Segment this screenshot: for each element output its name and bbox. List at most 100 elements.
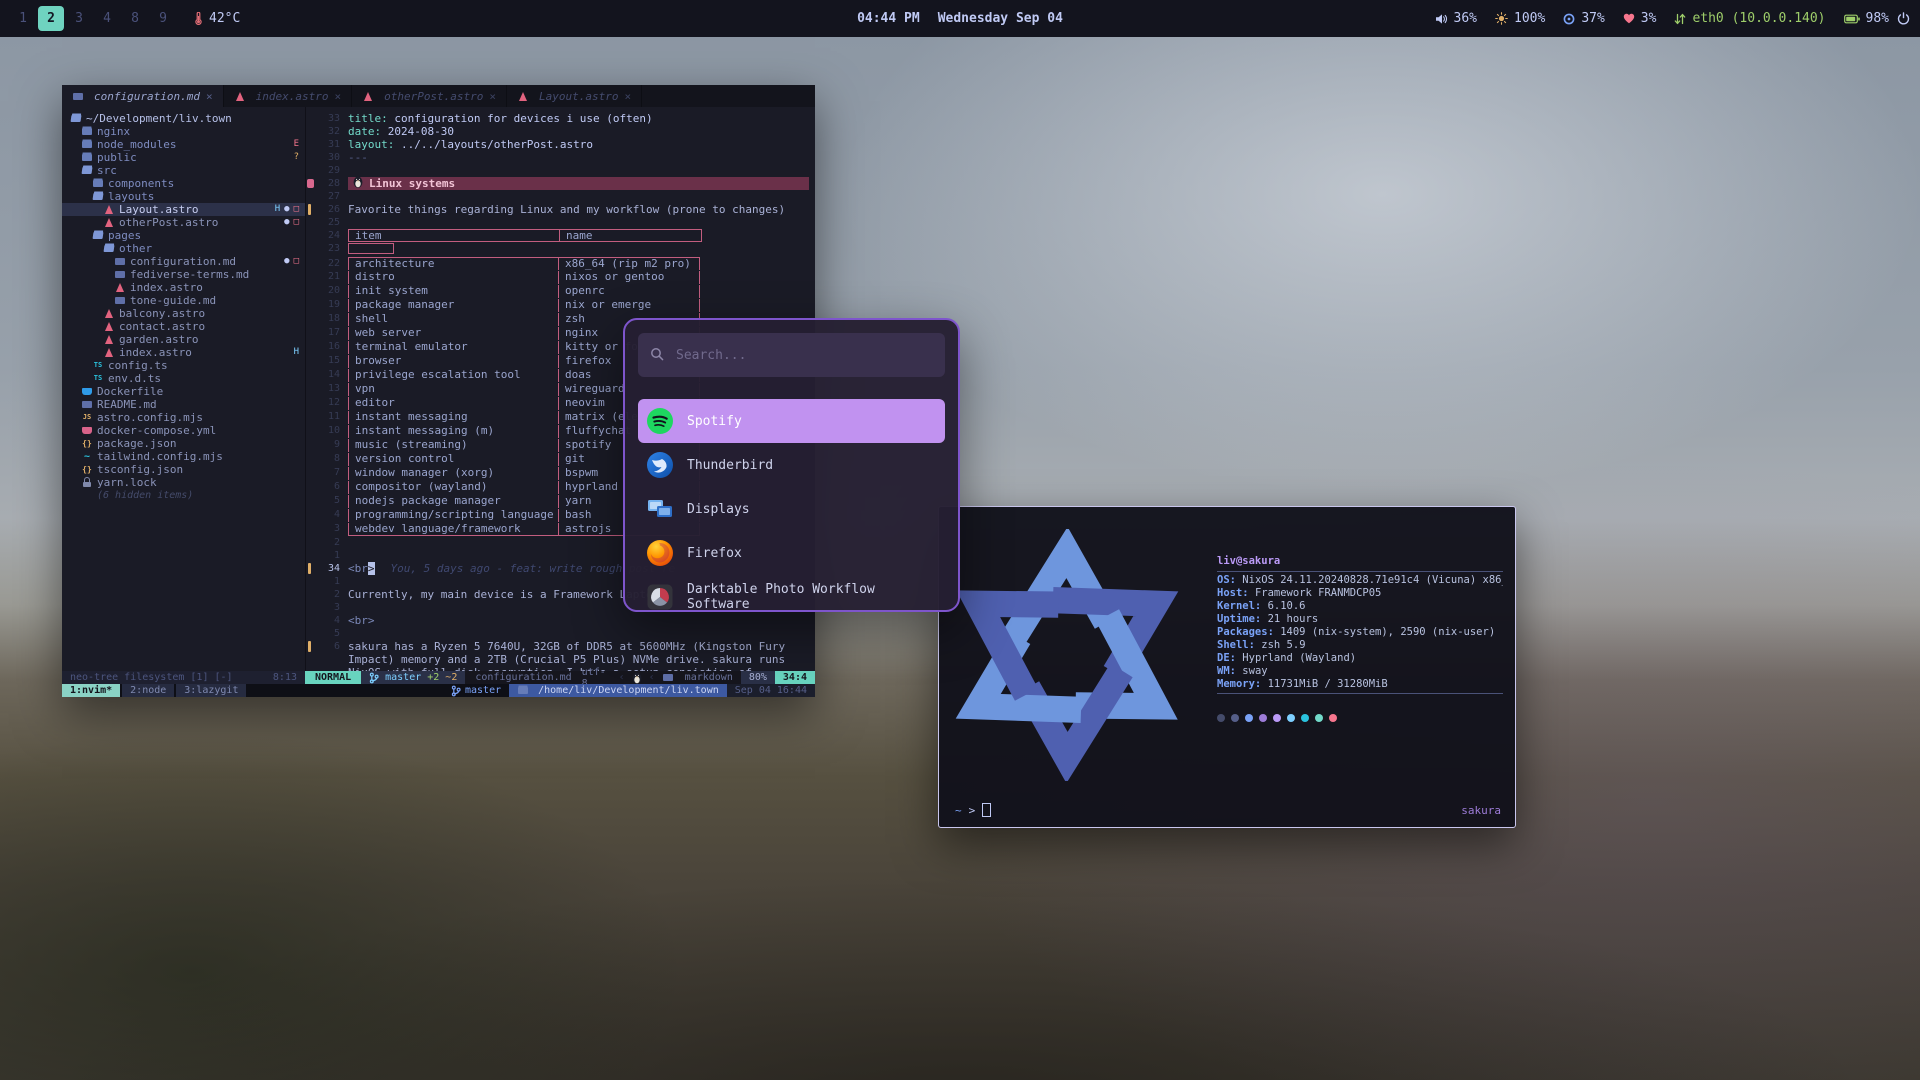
editor-tab[interactable]: index.astro× <box>224 85 352 107</box>
palette-dot <box>1245 714 1253 722</box>
buffer-line[interactable]: 5 <box>306 627 815 640</box>
search-input[interactable] <box>674 347 933 364</box>
tree-item[interactable]: tone-guide.md <box>62 294 305 307</box>
buffer-line[interactable]: 19package managernix or emerge <box>306 298 815 312</box>
launcher-item[interactable]: Darktable Photo Workflow Software <box>638 575 945 612</box>
buffer-line[interactable]: 25 <box>306 216 815 229</box>
statusbar-module-brightness[interactable]: 100% <box>1495 11 1545 26</box>
tree-item[interactable]: node_modulesE <box>62 138 305 151</box>
tree-item[interactable]: garden.astro <box>62 333 305 346</box>
buffer-line[interactable]: 31layout: ../../layouts/otherPost.astro <box>306 138 815 151</box>
tree-item[interactable]: astro.config.mjs <box>62 411 305 424</box>
statusline: neo-tree filesystem [1] [-] 8:13 NORMAL … <box>62 671 815 684</box>
tab-close-icon[interactable]: × <box>206 90 213 103</box>
buffer-line[interactable]: 21distronixos or gentoo <box>306 270 815 284</box>
line-number: 26 <box>314 203 348 216</box>
launcher-item[interactable]: Displays <box>638 487 945 531</box>
git-status-badges: H●□ <box>275 203 299 216</box>
launcher-item-label: Thunderbird <box>687 458 773 473</box>
buffer-line[interactable]: 32date: 2024-08-30 <box>306 125 815 138</box>
statusbar-module-cpu[interactable]: 3% <box>1623 11 1657 26</box>
tree-root[interactable]: ~/Development/liv.town <box>62 112 305 125</box>
buffer-line[interactable]: 33title: configuration for devices i use… <box>306 112 815 125</box>
tab-close-icon[interactable]: × <box>334 90 341 103</box>
tree-item[interactable]: contact.astro <box>62 320 305 333</box>
buffer-line[interactable]: 24itemname <box>306 229 815 242</box>
tree-item[interactable]: fediverse-terms.md <box>62 268 305 281</box>
buffer-line[interactable]: 29 <box>306 164 815 177</box>
volume-icon <box>1435 13 1448 25</box>
folder-open-icon <box>103 243 115 255</box>
tree-item[interactable]: layouts <box>62 190 305 203</box>
tree-item[interactable]: index.astro <box>62 281 305 294</box>
tree-item-label: tone-guide.md <box>130 294 216 307</box>
buffer-line[interactable]: 22architecturex86_64 (rip m2 pro) <box>306 257 815 270</box>
launcher-item[interactable]: Thunderbird <box>638 443 945 487</box>
buffer-line[interactable]: 28Linux systems <box>306 177 815 190</box>
tree-item[interactable]: config.ts <box>62 359 305 372</box>
tree-item[interactable]: tailwind.config.mjs <box>62 450 305 463</box>
buffer-line[interactable]: 27 <box>306 190 815 203</box>
tree-item[interactable]: components <box>62 177 305 190</box>
tree-item[interactable]: src <box>62 164 305 177</box>
tree-item[interactable]: Layout.astroH●□ <box>62 203 305 216</box>
statusbar-module-disk[interactable]: 37% <box>1563 11 1604 26</box>
workspace-button[interactable]: 1 <box>10 6 36 31</box>
fetch-info-row: Host: Framework FRANMDCP05 <box>1217 587 1503 600</box>
tree-item[interactable]: otherPost.astro●□ <box>62 216 305 229</box>
launcher-item[interactable]: Spotify <box>638 399 945 443</box>
tab-close-icon[interactable]: × <box>489 90 496 103</box>
editor-tab[interactable]: configuration.md× <box>62 85 224 107</box>
power-button[interactable] <box>1897 12 1910 25</box>
tree-item[interactable]: nginx <box>62 125 305 138</box>
workspace-button[interactable]: 2 <box>38 6 64 31</box>
line-number: 1 <box>314 575 348 588</box>
launcher-item[interactable]: Firefox <box>638 531 945 575</box>
tree-item[interactable]: tsconfig.json <box>62 463 305 476</box>
workspace-button[interactable]: 9 <box>150 6 176 31</box>
tree-item[interactable]: configuration.md●□ <box>62 255 305 268</box>
buffer-line[interactable]: 6sakura has a Ryzen 5 7640U, 32GB of DDR… <box>306 640 815 671</box>
buffer-line[interactable]: 23 <box>306 242 815 257</box>
tree-item[interactable]: docker-compose.yml <box>62 424 305 437</box>
tree-item[interactable]: (6 hidden items) <box>62 489 305 502</box>
statusbar-module-battery[interactable]: 98% <box>1844 11 1889 26</box>
tree-item[interactable]: env.d.ts <box>62 372 305 385</box>
tree-item[interactable]: other <box>62 242 305 255</box>
tmux-window[interactable]: 3:lazygit <box>176 684 246 697</box>
folder-open-icon <box>92 191 104 203</box>
editor-tab[interactable]: otherPost.astro× <box>352 85 507 107</box>
statusbar-module-volume[interactable]: 36% <box>1435 11 1477 26</box>
workspace-button[interactable]: 4 <box>94 6 120 31</box>
tree-item[interactable]: public? <box>62 151 305 164</box>
statusline-filename: configuration.md <box>465 671 581 684</box>
astro-icon <box>103 347 115 359</box>
tree-item[interactable]: balcony.astro <box>62 307 305 320</box>
tmux-window[interactable]: 2:node <box>122 684 174 697</box>
shell-prompt[interactable]: ~ > <box>955 803 991 817</box>
buffer-line[interactable]: 4<br> <box>306 614 815 627</box>
workspace-button[interactable]: 8 <box>122 6 148 31</box>
tree-item[interactable]: yarn.lock <box>62 476 305 489</box>
tree-item-label: config.ts <box>108 359 168 372</box>
tab-close-icon[interactable]: × <box>625 90 632 103</box>
line-number: 4 <box>314 614 348 627</box>
folder-icon <box>517 685 529 697</box>
buffer-line[interactable]: 20init systemopenrc <box>306 284 815 298</box>
tree-item[interactable]: package.json <box>62 437 305 450</box>
tmux-window[interactable]: 1:nvim* <box>62 684 120 697</box>
palette-dot <box>1273 714 1281 722</box>
line-number: 24 <box>314 229 348 242</box>
tree-item[interactable]: README.md <box>62 398 305 411</box>
buffer-line[interactable]: 30--- <box>306 151 815 164</box>
workspace-button[interactable]: 3 <box>66 6 92 31</box>
tree-item[interactable]: pages <box>62 229 305 242</box>
tree-item[interactable]: Dockerfile <box>62 385 305 398</box>
tree-item[interactable]: index.astroH <box>62 346 305 359</box>
line-number: 13 <box>314 382 348 396</box>
editor-tab[interactable]: Layout.astro× <box>507 85 642 107</box>
launcher-search[interactable] <box>638 333 945 377</box>
statusbar-module-network[interactable]: eth0 (10.0.0.140) <box>1674 11 1825 26</box>
system-info: OS: NixOS 24.11.20240828.71e91c4 (Vicuna… <box>1217 571 1503 694</box>
buffer-line[interactable]: 26Favorite things regarding Linux and my… <box>306 203 815 216</box>
